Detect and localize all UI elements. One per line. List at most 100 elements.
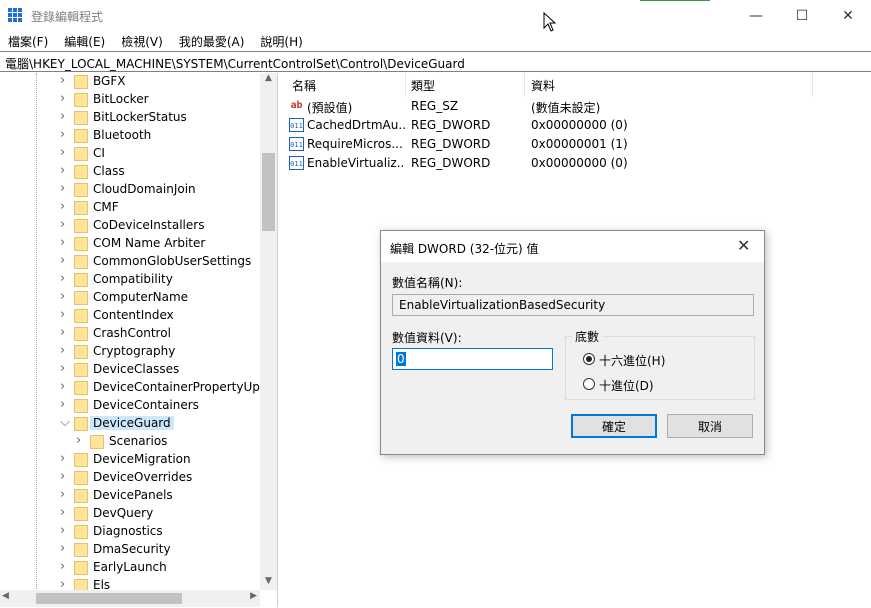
scroll-down-icon[interactable]: ▼	[262, 576, 275, 590]
tree-item-label: CloudDomainJoin	[93, 182, 196, 196]
chevron-right-icon[interactable]: ›	[60, 181, 70, 196]
chevron-right-icon[interactable]: ›	[60, 307, 70, 322]
minimize-button[interactable]: —	[733, 0, 779, 31]
tree-item[interactable]: › CMF	[0, 199, 260, 217]
chevron-right-icon[interactable]: ›	[60, 199, 70, 214]
radio-dec-dot[interactable]	[583, 378, 595, 390]
chevron-right-icon[interactable]: ›	[60, 163, 70, 178]
radio-decimal[interactable]: 十進位(D)	[583, 376, 743, 393]
tree-item[interactable]: › ComputerName	[0, 289, 260, 307]
menu-view[interactable]: 檢視(V)	[113, 31, 171, 51]
chevron-right-icon[interactable]: ›	[60, 451, 70, 466]
chevron-right-icon[interactable]: ›	[60, 127, 70, 142]
ok-button[interactable]: 確定	[571, 414, 657, 438]
tree-item[interactable]: › DeviceContainers	[0, 397, 260, 415]
tree-item[interactable]: › Class	[0, 163, 260, 181]
dialog-close-icon[interactable]: ✕	[737, 236, 750, 255]
tree-item[interactable]: › ContentIndex	[0, 307, 260, 325]
binary-value-icon: 011	[289, 137, 304, 151]
address-bar[interactable]: 電腦\HKEY_LOCAL_MACHINE\SYSTEM\CurrentCont…	[0, 51, 871, 72]
tree-item[interactable]: › DeviceOverrides	[0, 469, 260, 487]
tree-item[interactable]: › CrashControl	[0, 325, 260, 343]
scroll-left-icon[interactable]: ◀	[2, 591, 9, 601]
chevron-right-icon[interactable]: ›	[60, 145, 70, 160]
chevron-down-icon[interactable]: ⌵	[60, 415, 70, 430]
tree-item[interactable]: › Bluetooth	[0, 127, 260, 145]
chevron-right-icon[interactable]: ›	[60, 469, 70, 484]
column-name[interactable]: 名稱	[292, 77, 316, 94]
chevron-right-icon[interactable]: ›	[60, 577, 70, 592]
tree-item[interactable]: › CoDeviceInstallers	[0, 217, 260, 235]
tree-item[interactable]: › CloudDomainJoin	[0, 181, 260, 199]
radio-hex-dot[interactable]	[583, 353, 595, 365]
chevron-right-icon[interactable]: ›	[60, 523, 70, 538]
menu-favorites[interactable]: 我的最愛(A)	[171, 31, 253, 51]
chevron-right-icon[interactable]: ›	[60, 505, 70, 520]
chevron-right-icon[interactable]: ›	[60, 325, 70, 340]
chevron-right-icon[interactable]: ›	[60, 91, 70, 106]
tree-item[interactable]: › Scenarios	[0, 433, 260, 451]
chevron-right-icon[interactable]: ›	[60, 217, 70, 232]
cancel-button[interactable]: 取消	[667, 414, 753, 438]
hscroll-thumb[interactable]	[36, 593, 182, 604]
menu-help[interactable]: 說明(H)	[252, 31, 310, 51]
chevron-right-icon[interactable]: ›	[60, 487, 70, 502]
tree-item[interactable]: › CommonGlobUserSettings	[0, 253, 260, 271]
tree-item[interactable]: › DevQuery	[0, 505, 260, 523]
title-bar: 登錄編輯程式 — ☐ ✕	[0, 0, 871, 31]
scroll-right-icon[interactable]: ▶	[250, 591, 257, 601]
tree-item-label: DmaSecurity	[93, 542, 171, 556]
list-item[interactable]: 011 CachedDrtmAu... REG_DWORD 0x00000000 (0…	[284, 116, 871, 135]
tree-item[interactable]: › BGFX	[0, 73, 260, 91]
menu-edit[interactable]: 編輯(E)	[56, 31, 113, 51]
close-button[interactable]: ✕	[825, 0, 871, 31]
radio-hexadecimal[interactable]: 十六進位(H)	[583, 351, 743, 368]
folder-icon	[74, 237, 88, 251]
tree-item[interactable]: › DeviceMigration	[0, 451, 260, 469]
tree-item[interactable]: › Compatibility	[0, 271, 260, 289]
scroll-up-icon[interactable]: ▲	[262, 73, 275, 87]
chevron-right-icon[interactable]: ›	[60, 397, 70, 412]
list-item[interactable]: ab (預設值) REG_SZ (數值未設定)	[284, 97, 871, 116]
tree-item[interactable]: › DeviceClasses	[0, 361, 260, 379]
tree-item[interactable]: › DevicePanels	[0, 487, 260, 505]
chevron-right-icon[interactable]: ›	[60, 235, 70, 250]
tree-item[interactable]: › DmaSecurity	[0, 541, 260, 559]
list-header: 名稱 類型 資料	[284, 73, 871, 97]
value-name-text: EnableVirtualizationBasedSecurity	[399, 298, 606, 312]
tree-vertical-scrollbar[interactable]: ▲ ▼	[260, 73, 277, 590]
column-separator	[524, 73, 525, 97]
chevron-right-icon[interactable]: ›	[60, 379, 70, 394]
chevron-right-icon[interactable]: ›	[60, 253, 70, 268]
value-name-label: 數值名稱(N):	[392, 276, 463, 290]
chevron-right-icon[interactable]: ›	[60, 559, 70, 574]
column-data[interactable]: 資料	[531, 77, 555, 94]
tree-item[interactable]: › DeviceContainerPropertyUpd	[0, 379, 267, 397]
column-type[interactable]: 類型	[411, 77, 435, 94]
tree-item[interactable]: › BitLockerStatus	[0, 109, 260, 127]
tree-horizontal-scrollbar[interactable]: ◀ ▶	[0, 590, 260, 607]
list-item[interactable]: 011 EnableVirtualiz... REG_DWORD 0x00000000…	[284, 154, 871, 173]
value-name: RequireMicros...	[307, 137, 403, 151]
chevron-right-icon[interactable]: ›	[60, 361, 70, 376]
chevron-right-icon[interactable]: ›	[60, 343, 70, 358]
maximize-button[interactable]: ☐	[779, 0, 825, 31]
tree-item[interactable]: › BitLocker	[0, 91, 260, 109]
regedit-app-icon	[8, 8, 23, 23]
tree-item[interactable]: ⌵ DeviceGuard	[0, 415, 260, 433]
chevron-right-icon[interactable]: ›	[60, 109, 70, 124]
chevron-right-icon[interactable]: ›	[60, 73, 70, 88]
tree-item[interactable]: › Diagnostics	[0, 523, 260, 541]
menu-file[interactable]: 檔案(F)	[0, 31, 56, 51]
tree-item[interactable]: › CI	[0, 145, 260, 163]
tree-item[interactable]: › EarlyLaunch	[0, 559, 260, 577]
value-data-input[interactable]: 0	[392, 348, 553, 370]
chevron-right-icon[interactable]: ›	[76, 433, 86, 448]
scroll-thumb[interactable]	[262, 153, 275, 231]
chevron-right-icon[interactable]: ›	[60, 271, 70, 286]
list-item[interactable]: 011 RequireMicros... REG_DWORD 0x00000001 (…	[284, 135, 871, 154]
chevron-right-icon[interactable]: ›	[60, 541, 70, 556]
chevron-right-icon[interactable]: ›	[60, 289, 70, 304]
tree-item[interactable]: › COM Name Arbiter	[0, 235, 260, 253]
tree-item[interactable]: › Cryptography	[0, 343, 260, 361]
